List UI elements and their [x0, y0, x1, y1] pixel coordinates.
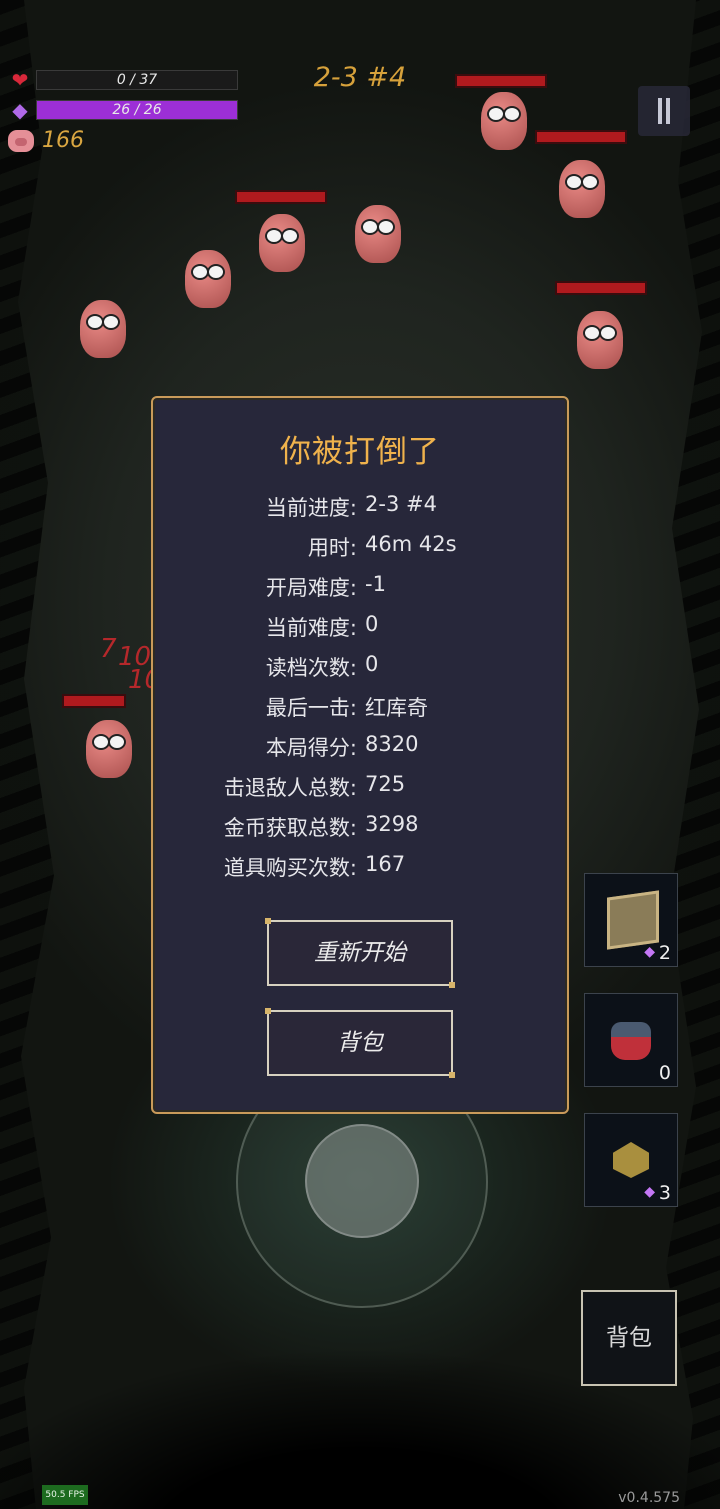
- pig-enemy-icon: [481, 92, 527, 150]
- joystick-knob[interactable]: [305, 1124, 419, 1238]
- mp-row: ◆ 26 / 26: [8, 98, 238, 122]
- pig-enemy-icon: [577, 311, 623, 369]
- stat-value: 2-3 #4: [365, 492, 437, 516]
- pig-enemy-icon: [185, 250, 231, 308]
- stat-label: 道具购买次数:: [223, 856, 357, 880]
- stats-list: 当前进度: 2-3 #4 用时: 46m 42s 开局难度: -1 当前难度: 0 读档…: [153, 492, 567, 892]
- stat-label: 当前进度:: [265, 496, 357, 520]
- gold-count: 166: [42, 128, 84, 153]
- stat-row: 当前进度: 2-3 #4: [153, 492, 567, 532]
- pig-enemy-icon: [259, 214, 305, 272]
- gold-row: 166: [8, 128, 84, 153]
- stat-row: 道具购买次数: 167: [153, 852, 567, 892]
- version-label: v0.4.575: [618, 1490, 680, 1506]
- dice-icon: [613, 1142, 649, 1178]
- stat-row: 用时: 46m 42s: [153, 532, 567, 572]
- stat-value: 3298: [365, 812, 419, 836]
- item-count: 0: [658, 1062, 671, 1084]
- stat-row: 金币获取总数: 3298: [153, 812, 567, 852]
- item-slot-potion[interactable]: 0: [584, 993, 678, 1087]
- item-count: 3: [658, 1182, 671, 1204]
- fps-counter: 50.5 FPS: [42, 1485, 88, 1505]
- dialog-title: 你被打倒了: [280, 434, 440, 470]
- stat-value: 725: [365, 772, 406, 796]
- hp-bar: 0 / 37: [36, 70, 238, 90]
- stat-label: 最后一击:: [265, 696, 357, 720]
- hp-text: 0 / 37: [116, 72, 158, 88]
- stat-label: 读档次数:: [265, 656, 357, 680]
- stat-value: 8320: [365, 732, 419, 756]
- item-slot-rune-cube[interactable]: ◆ 2: [584, 873, 678, 967]
- heart-icon: ❤: [11, 68, 29, 92]
- stat-label: 击退敌人总数:: [223, 776, 357, 800]
- item-count: 2: [658, 942, 671, 964]
- potion-bottle-icon: [611, 1022, 651, 1060]
- stat-value: 红库奇: [365, 696, 428, 720]
- gem-cost-icon: ◆: [644, 1184, 655, 1200]
- gem-icon: ◆: [12, 98, 28, 122]
- stat-value: 0: [365, 612, 379, 636]
- enemy-health-bar: [555, 281, 647, 295]
- gem-cost-icon: ◆: [644, 944, 655, 960]
- restart-button[interactable]: 重新开始: [265, 918, 455, 988]
- stat-label: 本局得分:: [265, 736, 357, 760]
- stat-value: 46m 42s: [365, 532, 457, 556]
- mp-text: 26 / 26: [112, 102, 162, 118]
- enemy-health-bar: [535, 130, 627, 144]
- enemy-health-bar: [235, 190, 327, 204]
- pause-button[interactable]: [638, 86, 690, 136]
- stat-value: -1: [365, 572, 386, 596]
- pig-enemy-icon: [80, 300, 126, 358]
- pig-enemy-icon: [559, 160, 605, 218]
- stat-row: 最后一击: 红库奇: [153, 692, 567, 732]
- damage-number: 7: [100, 634, 117, 664]
- pig-coin-icon: [8, 129, 34, 152]
- dialog-bag-button[interactable]: 背包: [265, 1008, 455, 1078]
- item-slot-dice[interactable]: ◆ 3: [584, 1113, 678, 1207]
- rune-cube-icon: [607, 890, 659, 950]
- level-indicator: 2-3 #4: [313, 62, 407, 93]
- stat-label: 当前难度:: [265, 616, 357, 640]
- stat-value: 167: [365, 852, 406, 876]
- stat-row: 本局得分: 8320: [153, 732, 567, 772]
- stat-label: 开局难度:: [265, 576, 357, 600]
- stat-row: 读档次数: 0: [153, 652, 567, 692]
- stat-label: 用时:: [307, 536, 357, 560]
- stat-row: 当前难度: 0: [153, 612, 567, 652]
- pig-enemy-icon: [355, 205, 401, 263]
- pig-enemy-icon: [86, 720, 132, 778]
- stat-row: 开局难度: -1: [153, 572, 567, 612]
- stat-value: 0: [365, 652, 379, 676]
- enemy-health-bar: [62, 694, 126, 708]
- stat-row: 击退敌人总数: 725: [153, 772, 567, 812]
- mp-bar: 26 / 26: [36, 100, 238, 120]
- stat-label: 金币获取总数:: [223, 816, 357, 840]
- enemy-health-bar: [455, 74, 547, 88]
- inventory-button[interactable]: 背包: [581, 1290, 677, 1386]
- defeat-dialog: 你被打倒了 当前进度: 2-3 #4 用时: 46m 42s 开局难度: -1 当前难…: [151, 396, 569, 1114]
- hp-row: ❤ 0 / 37: [8, 68, 238, 92]
